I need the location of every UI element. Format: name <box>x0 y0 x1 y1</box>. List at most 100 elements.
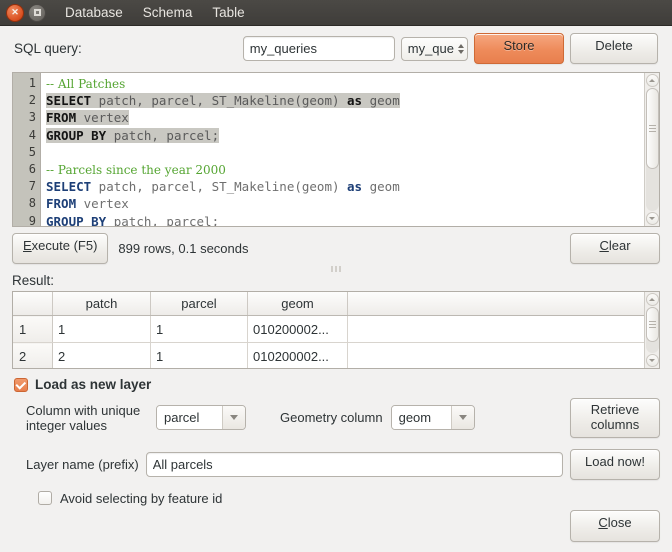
maximize-window-button[interactable] <box>28 4 46 22</box>
load-as-new-layer-row[interactable]: Load as new layer <box>0 369 672 392</box>
row-index[interactable]: 2 <box>13 343 53 370</box>
code-token: as <box>347 93 362 108</box>
close-window-button[interactable]: ✕ <box>6 4 24 22</box>
unique-column-label-line2: integer values <box>26 418 156 433</box>
layer-name-input[interactable] <box>146 452 563 477</box>
scroll-up-icon[interactable] <box>646 74 659 87</box>
code-token: -- All Patches <box>46 77 125 91</box>
table-cell[interactable]: 010200002... <box>248 343 348 370</box>
column-selection-row: Column with unique integer values parcel… <box>12 398 660 438</box>
result-scroll-thumb[interactable] <box>646 307 659 342</box>
code-token: GROUP BY <box>46 128 106 143</box>
execute-mnemonic: E <box>23 238 32 253</box>
menu-item-database[interactable]: Database <box>62 4 126 21</box>
close-label-rest: lose <box>608 515 632 530</box>
table-cell[interactable] <box>348 343 645 370</box>
table-row[interactable]: 221010200002... <box>13 343 644 370</box>
menu-item-schema[interactable]: Schema <box>140 4 196 21</box>
code-token: patch, parcel, ST_Makeline(geom) <box>91 93 347 108</box>
chevron-down-icon-geometry[interactable] <box>451 406 474 429</box>
retrieve-columns-line2: columns <box>571 418 659 433</box>
code-line[interactable]: -- All Patches <box>46 75 644 92</box>
code-token: vertex <box>76 110 129 125</box>
avoid-feature-id-row[interactable]: Avoid selecting by feature id <box>12 491 660 506</box>
line-number: 1 <box>13 75 40 92</box>
load-as-new-layer-label: Load as new layer <box>35 377 151 392</box>
code-token: patch, parcel; <box>106 128 219 143</box>
table-header-row: patch parcel geom <box>13 292 644 316</box>
header-patch[interactable]: patch <box>53 292 151 316</box>
query-status-text: 899 rows, 0.1 seconds <box>118 241 248 256</box>
line-number: 2 <box>13 92 40 109</box>
code-line[interactable]: SELECT patch, parcel, ST_Makeline(geom) … <box>46 92 644 109</box>
line-number: 4 <box>13 127 40 144</box>
header-parcel[interactable]: parcel <box>151 292 248 316</box>
load-now-button[interactable]: Load now! <box>570 449 660 480</box>
line-number: 6 <box>13 161 40 178</box>
result-scroll-down-icon[interactable] <box>646 354 659 367</box>
code-line[interactable]: GROUP BY patch, parcel; <box>46 127 644 144</box>
spinner-arrows-icon[interactable] <box>458 44 464 54</box>
unique-column-combo[interactable]: parcel <box>156 405 246 430</box>
table-cell[interactable]: 2 <box>53 343 151 370</box>
code-line[interactable]: GROUP BY patch, parcel; <box>46 213 644 227</box>
code-line[interactable]: FROM vertex <box>46 109 644 126</box>
clear-label-rest: lear <box>609 238 631 253</box>
code-token: FROM <box>46 110 76 125</box>
table-cell[interactable]: 1 <box>53 316 151 343</box>
result-vertical-scrollbar[interactable] <box>644 292 659 368</box>
table-cell[interactable] <box>348 316 645 343</box>
panel-splitter[interactable] <box>0 264 672 273</box>
clear-mnemonic: C <box>599 238 608 253</box>
scroll-grip-icon <box>649 123 656 134</box>
table-row[interactable]: 111010200002... <box>13 316 644 343</box>
header-filler <box>348 292 645 316</box>
scroll-down-icon[interactable] <box>646 212 659 225</box>
table-cell[interactable]: 1 <box>151 316 248 343</box>
code-line[interactable] <box>46 144 644 161</box>
execute-button[interactable]: Execute (F5) <box>12 233 108 264</box>
clear-button[interactable]: Clear <box>570 233 660 264</box>
header-geom[interactable]: geom <box>248 292 348 316</box>
query-toolbar: SQL query: my_que Store Delete <box>0 26 672 70</box>
table-cell[interactable]: 1 <box>151 343 248 370</box>
load-options: Column with unique integer values parcel… <box>0 392 672 506</box>
close-mnemonic: C <box>598 515 607 530</box>
query-name-input[interactable] <box>243 36 395 61</box>
code-token: geom <box>362 179 400 194</box>
code-line[interactable]: FROM vertex <box>46 195 644 212</box>
avoid-feature-id-checkbox[interactable] <box>38 491 52 505</box>
code-token: GROUP BY <box>46 214 106 227</box>
result-scroll-track[interactable] <box>646 307 659 353</box>
code-line[interactable]: -- Parcels since the year 2000 <box>46 161 644 178</box>
sql-editor[interactable]: 123456789 -- All PatchesSELECT patch, pa… <box>12 72 660 227</box>
table-cell[interactable]: 010200002... <box>248 316 348 343</box>
result-scroll-up-icon[interactable] <box>646 293 659 306</box>
retrieve-columns-line1: Retrieve <box>571 403 659 418</box>
delete-button[interactable]: Delete <box>570 33 658 64</box>
store-button[interactable]: Store <box>474 33 564 64</box>
menu-item-table[interactable]: Table <box>209 4 247 21</box>
row-index[interactable]: 1 <box>13 316 53 343</box>
result-table[interactable]: patch parcel geom 111010200002...2210102… <box>12 291 660 369</box>
editor-code-area[interactable]: -- All PatchesSELECT patch, parcel, ST_M… <box>41 73 644 226</box>
title-bar: ✕ Database Schema Table <box>0 0 672 26</box>
code-line[interactable]: SELECT patch, parcel, ST_Makeline(geom) … <box>46 178 644 195</box>
saved-query-spinner[interactable]: my_que <box>401 37 468 61</box>
editor-vertical-scrollbar[interactable] <box>644 73 659 226</box>
sql-query-label: SQL query: <box>14 41 82 56</box>
dialog-footer: Close <box>570 510 660 542</box>
execute-label-rest: xecute (F5) <box>32 238 98 253</box>
line-number: 5 <box>13 144 40 161</box>
header-corner[interactable] <box>13 292 53 316</box>
close-button[interactable]: Close <box>570 510 660 542</box>
editor-scroll-thumb[interactable] <box>646 88 659 169</box>
geometry-column-combo[interactable]: geom <box>391 405 475 430</box>
result-label: Result: <box>0 273 672 291</box>
code-token: vertex <box>76 196 129 211</box>
chevron-down-icon[interactable] <box>222 406 245 429</box>
retrieve-columns-button[interactable]: Retrieve columns <box>570 398 660 438</box>
load-as-new-layer-checkbox[interactable] <box>14 378 28 392</box>
editor-scroll-track[interactable] <box>646 88 659 211</box>
execute-toolbar: Execute (F5) 899 rows, 0.1 seconds Clear <box>0 227 672 264</box>
